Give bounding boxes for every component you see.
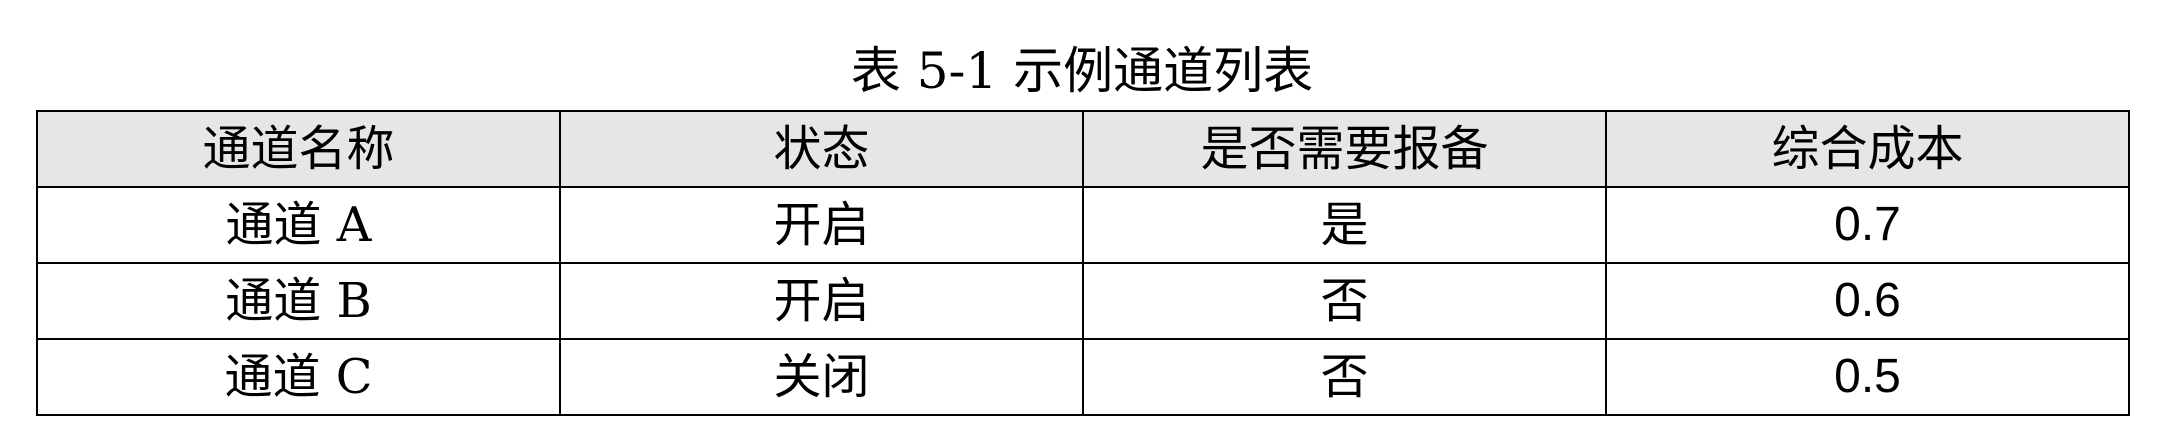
- table-row: 通道 A 开启 是 0.7: [36, 186, 2130, 264]
- header-total-cost: 综合成本: [1605, 110, 2130, 188]
- cell-status: 关闭: [559, 338, 1084, 416]
- cell-total-cost: 0.5: [1605, 338, 2130, 416]
- cell-filing-required: 否: [1082, 338, 1607, 416]
- table-row: 通道 C 关闭 否 0.5: [36, 338, 2130, 416]
- cell-filing-required: 否: [1082, 262, 1607, 340]
- table-row: 通道 B 开启 否 0.6: [36, 262, 2130, 340]
- header-filing-required: 是否需要报备: [1082, 110, 1607, 188]
- cell-total-cost: 0.6: [1605, 262, 2130, 340]
- cell-channel-name: 通道 C: [36, 338, 561, 416]
- cell-total-cost: 0.7: [1605, 186, 2130, 264]
- header-status: 状态: [559, 110, 1084, 188]
- channel-table: 通道名称 状态 是否需要报备 综合成本 通道 A 开启 是 0.7 通道 B 开…: [36, 110, 2130, 416]
- cell-status: 开启: [559, 186, 1084, 264]
- cell-channel-name: 通道 A: [36, 186, 561, 264]
- cell-filing-required: 是: [1082, 186, 1607, 264]
- cell-status: 开启: [559, 262, 1084, 340]
- header-channel-name: 通道名称: [36, 110, 561, 188]
- table-caption: 表 5-1 示例通道列表: [850, 42, 1314, 100]
- cell-channel-name: 通道 B: [36, 262, 561, 340]
- table-header-row: 通道名称 状态 是否需要报备 综合成本: [36, 110, 2130, 188]
